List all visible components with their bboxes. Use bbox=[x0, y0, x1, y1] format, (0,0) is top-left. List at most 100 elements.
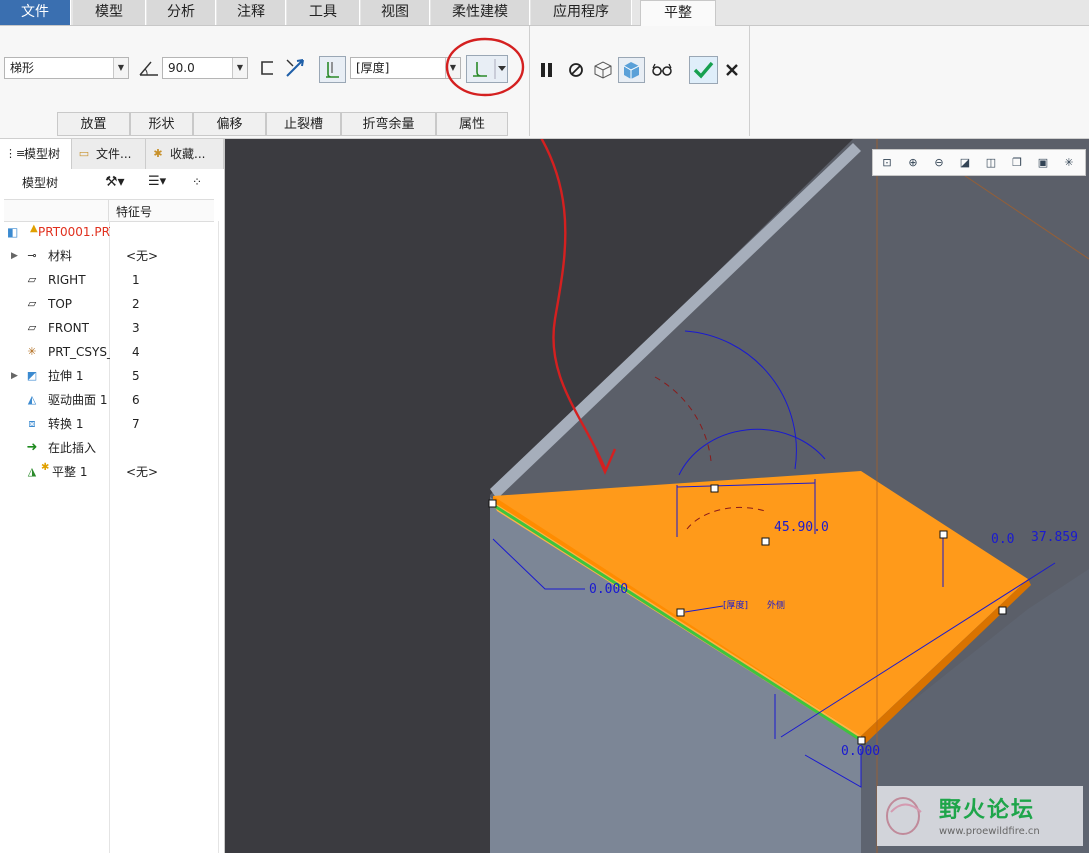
settings-tools-icon[interactable]: ⚒▾ bbox=[105, 171, 135, 193]
subtab-bend-allowance[interactable]: 折弯余量 bbox=[341, 112, 436, 136]
no-preview-icon[interactable] bbox=[564, 58, 588, 82]
datum-display-icon[interactable]: ✳ bbox=[1060, 154, 1078, 172]
tree-row-front-plane[interactable]: ▱ FRONT 3 bbox=[0, 316, 218, 340]
tree-row-label: 拉伸 1 bbox=[48, 369, 84, 383]
chevron-down-icon[interactable]: ▼ bbox=[113, 58, 128, 78]
convert-icon: ⧈ bbox=[28, 417, 36, 430]
column-feature-number[interactable]: 特征号 bbox=[116, 203, 152, 220]
regen-star-icon: ✱ bbox=[41, 462, 50, 473]
tree-row-label: PRT_CSYS_DEF bbox=[48, 345, 110, 359]
pause-icon[interactable] bbox=[535, 58, 559, 82]
tab-files-label: 文件... bbox=[96, 147, 132, 161]
saved-views-icon[interactable]: ❐ bbox=[1008, 154, 1026, 172]
datum-plane-icon: ▱ bbox=[27, 297, 37, 310]
dimension-angle[interactable]: 45.90.0 bbox=[774, 520, 829, 535]
graphics-viewport[interactable]: 45.90.0 0.000 0.0 37.859 0.000 [厚度] 外侧 ⊡… bbox=[225, 139, 1089, 853]
tree-row-top-plane[interactable]: ▱ TOP 2 bbox=[0, 292, 218, 316]
tree-row-number: 2 bbox=[132, 297, 140, 311]
tree-row-right-plane[interactable]: ▱ RIGHT 1 bbox=[0, 268, 218, 292]
angle-icon bbox=[137, 56, 161, 80]
tree-row-extrude[interactable]: ▶ ◩ 拉伸 1 5 bbox=[0, 364, 218, 388]
expand-icon[interactable]: ▶ bbox=[11, 244, 18, 268]
dimension-offset[interactable]: 0.000 bbox=[589, 582, 628, 597]
tree-row-label: PRT0001.PRT bbox=[38, 225, 110, 239]
driving-surface-icon: ◭ bbox=[27, 393, 37, 406]
glasses-icon[interactable] bbox=[650, 58, 674, 82]
tab-file[interactable]: 文件 bbox=[0, 0, 71, 25]
ok-button[interactable] bbox=[689, 56, 718, 84]
tab-favorites[interactable]: ✱ 收藏... bbox=[146, 139, 224, 169]
tab-annotate[interactable]: 注释 bbox=[217, 0, 286, 25]
flip-arrow-icon[interactable] bbox=[283, 56, 307, 80]
insert-arrow-icon: ➜ bbox=[26, 440, 38, 455]
material-icon: ⊸ bbox=[27, 249, 37, 262]
subtab-offset[interactable]: 偏移 bbox=[193, 112, 266, 136]
tree-row-number: 5 bbox=[132, 369, 140, 383]
thickness-handle[interactable] bbox=[676, 608, 685, 617]
tab-analysis[interactable]: 分析 bbox=[147, 0, 216, 25]
view-toolbar: ⊡ ⊕ ⊖ ◪ ◫ ❐ ▣ ✳ bbox=[872, 149, 1086, 176]
close-icon[interactable] bbox=[720, 58, 744, 82]
tree-row-insert-here[interactable]: ➜ 在此插入 bbox=[0, 436, 218, 460]
zoom-in-icon[interactable]: ⊕ bbox=[904, 154, 922, 172]
tree-row-label: 材料 bbox=[48, 249, 73, 263]
subtab-relief[interactable]: 止裂槽 bbox=[266, 112, 341, 136]
tab-applications[interactable]: 应用程序 bbox=[531, 0, 632, 25]
tab-flat[interactable]: 平整 bbox=[640, 0, 716, 27]
subtab-placement[interactable]: 放置 bbox=[57, 112, 130, 136]
tree-row-convert[interactable]: ⧈ 转换 1 7 bbox=[0, 412, 218, 436]
ribbon: 梯形 ▼ 90.0 ▼ [厚度] ▼ 放置 形状 偏移 止裂槽 折弯余量 属性 bbox=[0, 26, 1089, 139]
ribbon-divider bbox=[749, 26, 750, 136]
side-tag[interactable]: 外侧 bbox=[767, 598, 785, 611]
tree-row-number: <无> bbox=[126, 465, 159, 479]
watermark-name: 野火论坛 bbox=[939, 798, 1036, 823]
view-manager-icon[interactable]: ▣ bbox=[1034, 154, 1052, 172]
filter-icon[interactable]: ⁘ bbox=[192, 171, 214, 193]
part-icon: ◧ bbox=[7, 225, 19, 239]
model-graphics[interactable] bbox=[225, 139, 1089, 853]
preview-frame-icon[interactable] bbox=[591, 58, 615, 82]
angle-value: 90.0 bbox=[168, 61, 195, 75]
chevron-down-icon[interactable]: ▼ bbox=[232, 58, 247, 78]
shape-dropdown[interactable]: 梯形 ▼ bbox=[4, 57, 129, 79]
tab-files[interactable]: ▭ 文件... bbox=[72, 139, 146, 169]
expand-icon[interactable]: ▶ bbox=[11, 364, 18, 388]
bend-thickness-icon[interactable] bbox=[319, 56, 346, 83]
dimension-bottom[interactable]: 0.000 bbox=[841, 744, 880, 759]
flat-feature-icon: ◮ bbox=[27, 465, 37, 478]
dimension-length[interactable]: 37.859 bbox=[1031, 530, 1078, 545]
tree-row-material[interactable]: ▶ ⊸ 材料 <无> bbox=[0, 244, 218, 268]
tree-icon: ⋮≡ bbox=[5, 147, 26, 160]
annotation-circle bbox=[445, 37, 525, 97]
model-tree-toolbar-label: 模型树 bbox=[22, 176, 59, 190]
tab-flexible-modeling[interactable]: 柔性建模 bbox=[431, 0, 530, 25]
tree-row-number: 3 bbox=[132, 321, 140, 335]
tree-row-part[interactable]: ◧ ▲ PRT0001.PRT bbox=[0, 220, 218, 244]
angle-input[interactable]: 90.0 ▼ bbox=[162, 57, 248, 79]
tab-model[interactable]: 模型 bbox=[73, 0, 146, 25]
dimension-right[interactable]: 0.0 bbox=[991, 532, 1014, 547]
tab-model-tree[interactable]: ⋮≡ 模型树 bbox=[0, 139, 72, 169]
subtab-shape[interactable]: 形状 bbox=[130, 112, 193, 136]
side-bracket-icon[interactable] bbox=[256, 56, 280, 80]
refit-icon[interactable]: ⊡ bbox=[878, 154, 896, 172]
tab-model-tree-label: 模型树 bbox=[24, 147, 61, 161]
display-style-icon[interactable]: ◫ bbox=[982, 154, 1000, 172]
thickness-tag[interactable]: [厚度] bbox=[723, 598, 748, 611]
tab-view[interactable]: 视图 bbox=[361, 0, 430, 25]
tree-row-csys[interactable]: ✳ PRT_CSYS_DEF 4 bbox=[0, 340, 218, 364]
show-list-icon[interactable]: ☰▾ bbox=[148, 171, 182, 193]
preview-solid-icon[interactable] bbox=[618, 57, 645, 83]
subtab-properties[interactable]: 属性 bbox=[436, 112, 508, 136]
tree-row-number: <无> bbox=[126, 249, 159, 263]
tree-row-label: 转换 1 bbox=[48, 417, 84, 431]
tab-tools[interactable]: 工具 bbox=[287, 0, 360, 25]
repaint-icon[interactable]: ◪ bbox=[956, 154, 974, 172]
check-icon bbox=[693, 61, 714, 79]
coordinate-system-icon: ✳ bbox=[27, 345, 37, 358]
watermark: 野火论坛 www.proewildfire.cn bbox=[877, 786, 1083, 846]
zoom-out-icon[interactable]: ⊖ bbox=[930, 154, 948, 172]
tree-row-flat[interactable]: ◮ ✱ 平整 1 <无> bbox=[0, 460, 218, 484]
tree-row-driving-surface[interactable]: ◭ 驱动曲面 1 6 bbox=[0, 388, 218, 412]
tree-row-label: 平整 1 bbox=[52, 465, 88, 479]
